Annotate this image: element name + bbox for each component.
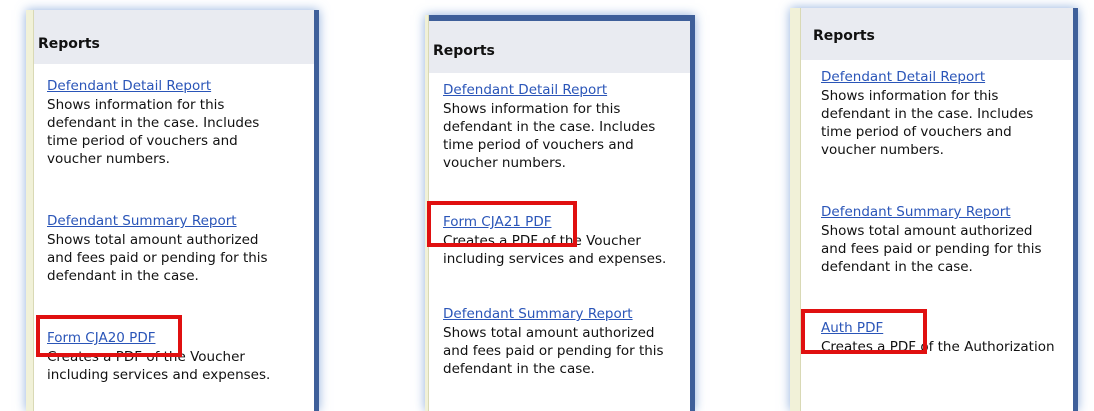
report-item-form-cja21: Form CJA21 PDF Creates a PDF of the Vouc… bbox=[443, 212, 693, 268]
panel-header: Reports bbox=[801, 8, 1073, 60]
report-item-defendant-detail: Defendant Detail Report Shows informatio… bbox=[821, 67, 1051, 159]
report-description: Shows total amount authorized and fees p… bbox=[47, 232, 268, 284]
auth-pdf-link[interactable]: Auth PDF bbox=[821, 318, 1076, 338]
report-description: Creates a PDF of the Voucher including s… bbox=[47, 349, 271, 383]
panel-border bbox=[314, 10, 319, 411]
report-description: Shows total amount authorized and fees p… bbox=[821, 223, 1042, 275]
report-item-defendant-summary: Defendant Summary Report Shows total amo… bbox=[47, 211, 287, 285]
report-item-defendant-summary: Defendant Summary Report Shows total amo… bbox=[821, 202, 1061, 276]
reports-panel-1: Reports Defendant Detail Report Shows in… bbox=[26, 10, 319, 411]
report-item-defendant-detail: Defendant Detail Report Shows informatio… bbox=[443, 80, 673, 172]
report-item-defendant-detail: Defendant Detail Report Shows informatio… bbox=[47, 76, 277, 168]
report-item-form-cja20: Form CJA20 PDF Creates a PDF of the Vouc… bbox=[47, 328, 297, 384]
panel-title: Reports bbox=[433, 43, 495, 59]
report-description: Creates a PDF of the Authorization bbox=[821, 339, 1055, 355]
defendant-summary-report-link[interactable]: Defendant Summary Report bbox=[47, 211, 287, 231]
defendant-detail-report-link[interactable]: Defendant Detail Report bbox=[443, 80, 673, 100]
panel-title: Reports bbox=[38, 36, 100, 52]
report-item-defendant-summary: Defendant Summary Report Shows total amo… bbox=[443, 304, 683, 378]
report-description: Shows information for this defendant in … bbox=[443, 101, 656, 171]
panel-header: Reports bbox=[429, 21, 690, 73]
defendant-summary-report-link[interactable]: Defendant Summary Report bbox=[443, 304, 683, 324]
panel-title: Reports bbox=[813, 28, 875, 44]
reports-panel-3: Reports Defendant Detail Report Shows in… bbox=[790, 8, 1078, 411]
left-strip bbox=[790, 8, 801, 411]
defendant-summary-report-link[interactable]: Defendant Summary Report bbox=[821, 202, 1061, 222]
reports-panel-2: Reports Defendant Detail Report Shows in… bbox=[425, 15, 695, 411]
report-description: Creates a PDF of the Voucher including s… bbox=[443, 233, 667, 267]
report-description: Shows total amount authorized and fees p… bbox=[443, 325, 664, 377]
defendant-detail-report-link[interactable]: Defendant Detail Report bbox=[47, 76, 277, 96]
left-strip bbox=[425, 15, 429, 411]
form-cja20-pdf-link[interactable]: Form CJA20 PDF bbox=[47, 328, 297, 348]
form-cja21-pdf-link[interactable]: Form CJA21 PDF bbox=[443, 212, 693, 232]
report-item-auth-pdf: Auth PDF Creates a PDF of the Authorizat… bbox=[821, 318, 1076, 356]
left-strip bbox=[26, 10, 34, 411]
defendant-detail-report-link[interactable]: Defendant Detail Report bbox=[821, 67, 1051, 87]
panel-header: Reports bbox=[34, 10, 314, 64]
report-description: Shows information for this defendant in … bbox=[821, 88, 1034, 158]
report-description: Shows information for this defendant in … bbox=[47, 97, 260, 167]
